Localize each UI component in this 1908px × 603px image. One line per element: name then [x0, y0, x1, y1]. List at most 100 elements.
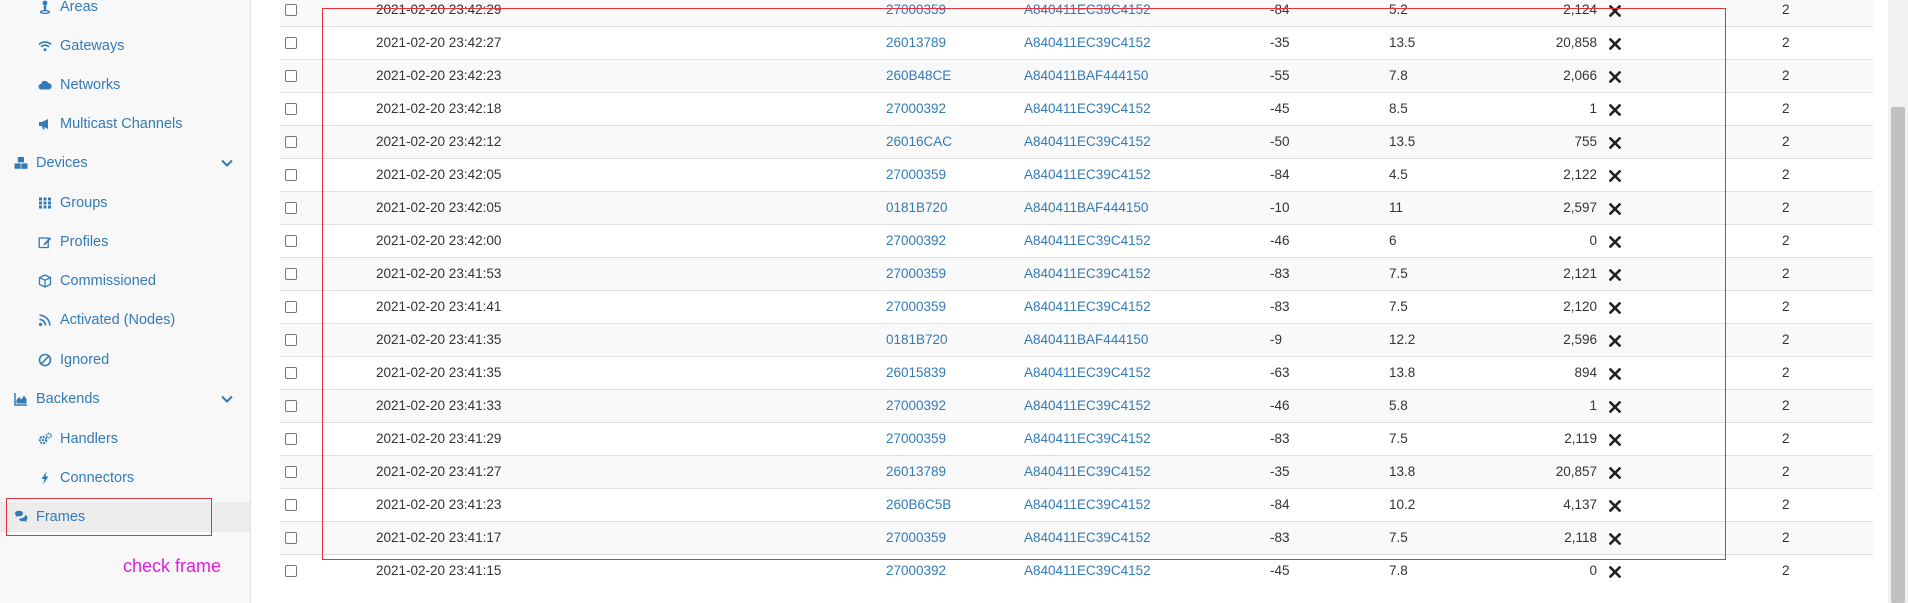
device-link[interactable]: 27000359: [886, 423, 946, 456]
snr-cell: 12.2: [1389, 332, 1416, 347]
device-link[interactable]: 26013789: [886, 456, 946, 489]
device-link[interactable]: 27000359: [886, 0, 946, 27]
row-checkbox[interactable]: [285, 334, 297, 346]
device-link[interactable]: 26013789: [886, 27, 946, 60]
gateway-link[interactable]: A840411EC39C4152: [1024, 390, 1151, 423]
sidebar-item-gateways[interactable]: Gateways: [0, 31, 250, 61]
row-checkbox[interactable]: [285, 169, 297, 181]
sidebar-item-activated-nodes[interactable]: Activated (Nodes): [0, 305, 250, 335]
timestamp-cell: 2021-02-20 23:41:35: [376, 365, 502, 380]
sidebar-item-multicast-channels[interactable]: Multicast Channels: [0, 109, 250, 139]
gateway-link[interactable]: A840411EC39C4152: [1024, 27, 1151, 60]
times-icon: [1608, 258, 1622, 291]
gateway-link[interactable]: A840411BAF444150: [1024, 324, 1148, 357]
gateway-link[interactable]: A840411EC39C4152: [1024, 126, 1151, 159]
device-link[interactable]: 26016CAC: [886, 126, 952, 159]
wifi-icon: [38, 39, 52, 53]
sidebar-group-backends[interactable]: Backends: [0, 384, 250, 414]
frames-table-area: 2021-02-20 23:42:29 27000359 A840411EC39C4…: [251, 0, 1908, 603]
frame-counter-cell: 4,137: [1563, 497, 1597, 512]
snr-cell: 7.5: [1389, 530, 1408, 545]
device-link[interactable]: 27000392: [886, 390, 946, 423]
gateway-link[interactable]: A840411EC39C4152: [1024, 93, 1151, 126]
timestamp-cell: 2021-02-20 23:42:00: [376, 233, 502, 248]
sidebar-item-ignored[interactable]: Ignored: [0, 345, 250, 375]
row-checkbox[interactable]: [285, 532, 297, 544]
rssi-cell: -9: [1270, 332, 1283, 347]
chevron-down-icon[interactable]: [220, 156, 234, 170]
device-link[interactable]: 27000359: [886, 258, 946, 291]
last-column-cell: 2: [1782, 332, 1790, 347]
gateway-link[interactable]: A840411EC39C4152: [1024, 522, 1151, 555]
frame-counter-cell: 2,596: [1563, 332, 1597, 347]
gateway-link[interactable]: A840411EC39C4152: [1024, 357, 1151, 390]
row-checkbox[interactable]: [285, 37, 297, 49]
sidebar-item-label: Ignored: [60, 352, 110, 368]
gateway-link[interactable]: A840411EC39C4152: [1024, 423, 1151, 456]
last-column-cell: 2: [1782, 464, 1790, 479]
chevron-down-icon[interactable]: [220, 392, 234, 406]
row-checkbox[interactable]: [285, 103, 297, 115]
row-checkbox[interactable]: [285, 4, 297, 16]
row-checkbox[interactable]: [285, 136, 297, 148]
scrollbar-thumb[interactable]: [1891, 107, 1905, 603]
last-column-cell: 2: [1782, 68, 1790, 83]
sidebar-item-areas[interactable]: Areas: [0, 0, 250, 22]
gateway-link[interactable]: A840411BAF444150: [1024, 60, 1148, 93]
gateway-link[interactable]: A840411EC39C4152: [1024, 159, 1151, 192]
times-icon: [1608, 27, 1622, 60]
row-checkbox[interactable]: [285, 202, 297, 214]
gateway-link[interactable]: A840411EC39C4152: [1024, 291, 1151, 324]
timestamp-cell: 2021-02-20 23:42:27: [376, 35, 502, 50]
row-checkbox[interactable]: [285, 400, 297, 412]
row-checkbox[interactable]: [285, 70, 297, 82]
gateway-link[interactable]: A840411BAF444150: [1024, 192, 1148, 225]
row-checkbox[interactable]: [285, 301, 297, 313]
row-checkbox[interactable]: [285, 367, 297, 379]
cube-icon: [38, 274, 52, 288]
rssi-cell: -45: [1270, 101, 1290, 116]
snr-cell: 7.8: [1389, 68, 1408, 83]
device-link[interactable]: 260B48CE: [886, 60, 951, 93]
device-link[interactable]: 0181B720: [886, 192, 948, 225]
device-link[interactable]: 27000359: [886, 522, 946, 555]
sidebar-item-handlers[interactable]: Handlers: [0, 424, 250, 454]
row-checkbox[interactable]: [285, 433, 297, 445]
gateway-link[interactable]: A840411EC39C4152: [1024, 258, 1151, 291]
snr-cell: 13.8: [1389, 464, 1416, 479]
device-link[interactable]: 27000359: [886, 159, 946, 192]
device-link[interactable]: 27000359: [886, 291, 946, 324]
vertical-scrollbar[interactable]: [1888, 0, 1908, 603]
gateway-link[interactable]: A840411EC39C4152: [1024, 456, 1151, 489]
device-link[interactable]: 260B6C5B: [886, 489, 951, 522]
sidebar-item-profiles[interactable]: Profiles: [0, 227, 250, 257]
snr-cell: 10.2: [1389, 497, 1416, 512]
sidebar-item-networks[interactable]: Networks: [0, 70, 250, 100]
device-link[interactable]: 27000392: [886, 93, 946, 126]
device-link[interactable]: 0181B720: [886, 324, 948, 357]
sidebar-item-frames[interactable]: Frames: [0, 502, 250, 532]
sidebar-item-connectors[interactable]: Connectors: [0, 463, 250, 493]
frame-counter-cell: 894: [1574, 365, 1597, 380]
sidebar-item-groups[interactable]: Groups: [0, 188, 250, 218]
sidebar-group-devices[interactable]: Devices: [0, 148, 250, 178]
rssi-cell: -55: [1270, 68, 1290, 83]
device-link[interactable]: 27000392: [886, 555, 946, 588]
rssi-cell: -10: [1270, 200, 1290, 215]
row-checkbox[interactable]: [285, 235, 297, 247]
sidebar-group-label: Backends: [36, 391, 100, 407]
times-icon: [1608, 225, 1622, 258]
gateway-link[interactable]: A840411EC39C4152: [1024, 489, 1151, 522]
device-link[interactable]: 26015839: [886, 357, 946, 390]
gateway-link[interactable]: A840411EC39C4152: [1024, 225, 1151, 258]
device-link[interactable]: 27000392: [886, 225, 946, 258]
gateway-link[interactable]: A840411EC39C4152: [1024, 555, 1151, 588]
row-checkbox[interactable]: [285, 268, 297, 280]
gateway-link[interactable]: A840411EC39C4152: [1024, 0, 1151, 27]
row-checkbox[interactable]: [285, 565, 297, 577]
times-icon: [1608, 291, 1622, 324]
sidebar-item-commissioned[interactable]: Commissioned: [0, 266, 250, 296]
snr-cell: 8.5: [1389, 101, 1408, 116]
row-checkbox[interactable]: [285, 499, 297, 511]
row-checkbox[interactable]: [285, 466, 297, 478]
